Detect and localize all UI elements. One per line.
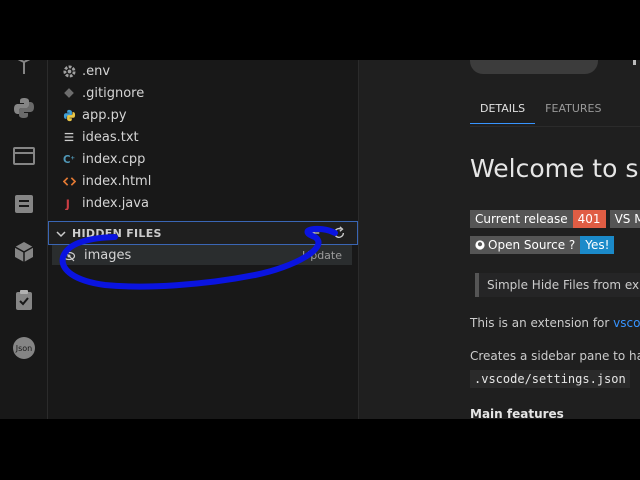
section-actions <box>305 224 347 241</box>
update-link[interactable]: Update <box>302 249 342 262</box>
badge-label: Current release <box>470 210 573 228</box>
badge-value: Yes! <box>580 236 615 254</box>
extension-details-panel: DETAILS FEATURES Welcome to sin Current … <box>359 60 640 419</box>
activity-bar: Json <box>0 60 48 419</box>
badge-text: Open Source ? <box>488 238 576 252</box>
screen: Json .env .gitignore app.py ideas.txt C … <box>0 60 640 419</box>
intro-text: This is an extension for <box>470 316 614 330</box>
browser-window-icon[interactable] <box>10 142 38 170</box>
badge-value: 401 <box>572 210 606 228</box>
file-name: ideas.txt <box>82 129 139 145</box>
creates-paragraph: Creates a sidebar pane to han <box>470 349 640 363</box>
github-icon <box>475 240 485 250</box>
hidden-file-name: images <box>84 247 132 263</box>
hidden-files-header[interactable]: HIDDEN FILES <box>48 221 358 245</box>
file-item[interactable]: app.py <box>62 105 127 125</box>
file-item[interactable]: J index.java <box>62 193 149 213</box>
tab-divider <box>470 126 640 127</box>
hidden-file-item[interactable]: images Update <box>52 245 352 265</box>
scrollbar[interactable] <box>633 60 636 65</box>
json-icon[interactable]: Json <box>10 334 38 362</box>
hidden-files-title: HIDDEN FILES <box>72 226 162 240</box>
lines-icon <box>62 130 76 144</box>
add-icon[interactable] <box>305 224 322 241</box>
file-name: index.cpp <box>82 151 146 167</box>
clipboard-check-icon[interactable] <box>10 286 38 314</box>
eye-closed-icon <box>62 248 76 262</box>
file-item[interactable]: index.html <box>62 171 151 191</box>
python-icon <box>62 108 76 122</box>
page-title: Welcome to sin <box>470 154 640 183</box>
tab-details[interactable]: DETAILS <box>470 98 536 124</box>
install-button[interactable] <box>470 60 598 74</box>
chevron-down-icon[interactable] <box>54 226 68 240</box>
package-icon[interactable] <box>10 238 38 266</box>
file-item[interactable]: .gitignore <box>62 83 144 103</box>
blockquote: Simple Hide Files from exp <box>475 273 640 297</box>
section-heading: Main features <box>470 407 564 419</box>
file-item[interactable]: C + index.cpp <box>62 149 146 169</box>
badge-label: Open Source ? <box>470 236 581 254</box>
opensource-badges: Open Source ? Yes! <box>470 236 615 254</box>
file-name: index.java <box>82 195 149 211</box>
vscode-link[interactable]: vscodi <box>613 316 640 330</box>
extension-box-icon[interactable] <box>10 60 38 80</box>
file-name: .gitignore <box>82 85 145 101</box>
java-icon: J <box>62 196 76 210</box>
release-badges: Current release 401 VS Ma <box>470 210 640 228</box>
notes-icon[interactable] <box>10 190 38 218</box>
gear-icon <box>62 64 76 78</box>
cpp-icon: C + <box>62 152 76 166</box>
tab-features[interactable]: FEATURES <box>535 98 611 124</box>
svg-text:C: C <box>63 155 71 166</box>
code-snippet: .vscode/settings.json <box>470 370 630 388</box>
file-item[interactable]: .env <box>62 61 110 81</box>
refresh-icon[interactable] <box>330 224 347 241</box>
file-item[interactable]: ideas.txt <box>62 127 139 147</box>
git-icon <box>62 86 76 100</box>
html-icon <box>62 174 76 188</box>
intro-paragraph: This is an extension for vscodi <box>470 316 640 330</box>
svg-text:+: + <box>70 155 75 161</box>
file-name: index.html <box>82 173 152 189</box>
svg-text:J: J <box>64 198 69 210</box>
details-tabs: DETAILS FEATURES <box>470 98 611 124</box>
explorer-sidebar: .env .gitignore app.py ideas.txt C + inde… <box>48 60 359 419</box>
python-icon[interactable] <box>10 94 38 122</box>
file-name: .env <box>82 63 111 79</box>
file-name: app.py <box>82 107 127 123</box>
badge-label: VS Ma <box>609 210 640 228</box>
svg-text:Json: Json <box>15 344 33 353</box>
